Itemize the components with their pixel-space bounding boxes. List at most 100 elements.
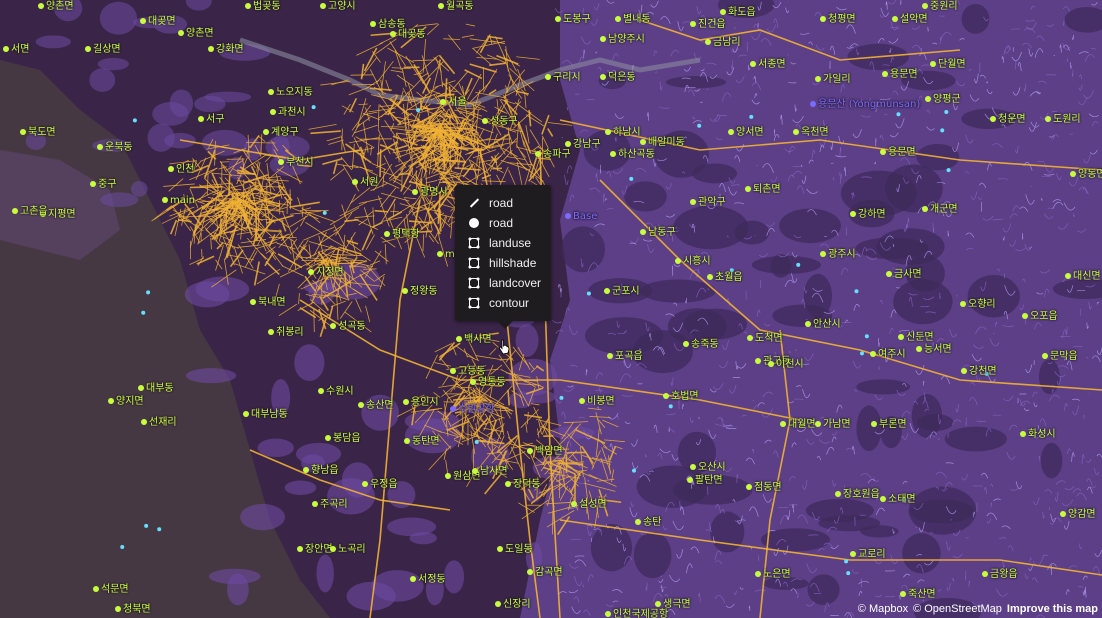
place-name: 양지면 <box>116 396 144 407</box>
place-label: 설악면 <box>892 15 928 25</box>
place-name: 하남시 <box>613 127 641 138</box>
place-dot-icon <box>1042 353 1048 359</box>
place-label: 비봉면 <box>579 397 615 407</box>
place-dot-icon <box>571 501 577 507</box>
place-label: 송산면 <box>358 401 394 411</box>
place-label: 이천시 <box>768 360 804 370</box>
place-dot-icon <box>437 251 443 257</box>
place-label: 청운면 <box>990 115 1026 125</box>
place-label: 노은면 <box>755 570 791 580</box>
place-dot-icon <box>545 74 551 80</box>
place-dot-icon <box>450 368 456 374</box>
place-label: Base <box>565 212 597 222</box>
layer-item-landuse[interactable]: landuse <box>455 233 551 253</box>
place-dot-icon <box>402 288 408 294</box>
place-label: 강하면 <box>850 210 886 220</box>
place-label: 서원 <box>352 178 378 188</box>
map-attribution: © Mapbox © OpenStreetMap Improve this ma… <box>852 600 1102 618</box>
place-name: 용인시 <box>411 397 439 408</box>
place-name: 퇴촌면 <box>753 184 781 195</box>
place-dot-icon <box>605 129 611 135</box>
place-dot-icon <box>198 116 204 122</box>
place-name: 안산시 <box>813 319 841 330</box>
place-name: 대부남동 <box>251 409 288 420</box>
place-label: 양동면 <box>1070 170 1102 180</box>
place-name: 단월면 <box>938 59 966 70</box>
place-dot-icon <box>527 569 533 575</box>
place-label: 인천국제공항 <box>605 610 668 618</box>
place-dot-icon <box>705 39 711 45</box>
place-dot-icon <box>403 399 409 405</box>
place-dot-icon <box>640 229 646 235</box>
place-dot-icon <box>746 484 752 490</box>
place-label: 백암면 <box>527 447 563 457</box>
improve-map-link[interactable]: Improve this map <box>1007 603 1098 615</box>
place-dot-icon <box>168 166 174 172</box>
place-label: 오산시 <box>690 463 726 473</box>
place-dot-icon <box>605 611 611 617</box>
place-label: 백사면 <box>456 335 492 345</box>
layer-label: landcover <box>489 276 542 290</box>
place-label: 초월읍 <box>707 273 743 283</box>
map-canvas[interactable]: 양촌면 대곶면 양촌면 법곶동 고양시 삼송동 월곡동 도봉구 별내동 진건읍 화도읍 청평면 설악면 중… <box>0 0 1102 618</box>
place-dot-icon <box>312 501 318 507</box>
place-dot-icon <box>755 571 761 577</box>
place-dot-icon <box>850 211 856 217</box>
place-label: 월곡동 <box>438 2 474 12</box>
mapbox-attribution-link[interactable]: © Mapbox <box>858 603 908 615</box>
place-name: 부천시 <box>286 157 314 168</box>
place-label: 문막읍 <box>1042 352 1078 362</box>
place-label: 강화면 <box>208 45 244 55</box>
place-dot-icon <box>555 16 561 22</box>
place-name: 화도읍 <box>728 7 756 18</box>
layer-item-road-line[interactable]: road <box>455 193 551 213</box>
place-name: 설성면 <box>579 499 607 510</box>
place-dot-icon <box>683 341 689 347</box>
fill-icon <box>468 257 480 269</box>
osm-attribution-link[interactable]: © OpenStreetMap <box>913 603 1002 615</box>
place-dot-icon <box>268 89 274 95</box>
place-dot-icon <box>820 16 826 22</box>
place-name: 도봉구 <box>563 14 591 25</box>
place-label: 광명시 <box>412 188 448 198</box>
place-name: 북내면 <box>258 297 286 308</box>
place-name: 양평군 <box>933 94 961 105</box>
place-dot-icon <box>565 141 571 147</box>
place-dot-icon <box>898 334 904 340</box>
place-name: 덕은동 <box>608 72 636 83</box>
place-name: 여주시 <box>878 349 906 360</box>
layer-label: road <box>489 196 514 210</box>
place-name: 초월읍 <box>715 272 743 283</box>
place-name: 수원시 <box>326 386 354 397</box>
place-name: 백암면 <box>535 446 563 457</box>
place-dot-icon <box>655 601 661 607</box>
layer-item-road-circle[interactable]: road <box>455 213 551 233</box>
layer-label: landuse <box>489 236 532 250</box>
place-label: 송탄 <box>635 518 661 528</box>
place-label: 청평면 <box>820 15 856 25</box>
place-dot-icon <box>263 129 269 135</box>
place-dot-icon <box>527 448 533 454</box>
place-label: 대부남동 <box>243 410 288 420</box>
place-name: 용문면 <box>888 147 916 158</box>
place-label: 구리시 <box>545 73 581 83</box>
layer-item-landcover[interactable]: landcover <box>455 273 551 293</box>
place-name: 강남구 <box>573 139 601 150</box>
place-dot-icon <box>805 321 811 327</box>
place-dot-icon <box>640 139 646 145</box>
place-name: 평택항 <box>392 229 420 240</box>
place-name: 수원공항 <box>458 404 495 415</box>
place-dot-icon <box>745 186 751 192</box>
place-name: 서원 <box>360 177 379 188</box>
place-name: 송죽동 <box>691 339 719 350</box>
place-dot-icon <box>961 368 967 374</box>
place-label: 부천시 <box>278 158 314 168</box>
layer-item-hillshade[interactable]: hillshade <box>455 253 551 273</box>
layer-item-contour[interactable]: contour <box>455 293 551 313</box>
place-dot-icon <box>3 46 9 52</box>
place-label: 서울 <box>440 98 466 108</box>
place-dot-icon <box>663 393 669 399</box>
place-dot-icon <box>600 74 606 80</box>
place-label: 도척면 <box>747 334 783 344</box>
place-name: 대곶면 <box>148 16 176 27</box>
